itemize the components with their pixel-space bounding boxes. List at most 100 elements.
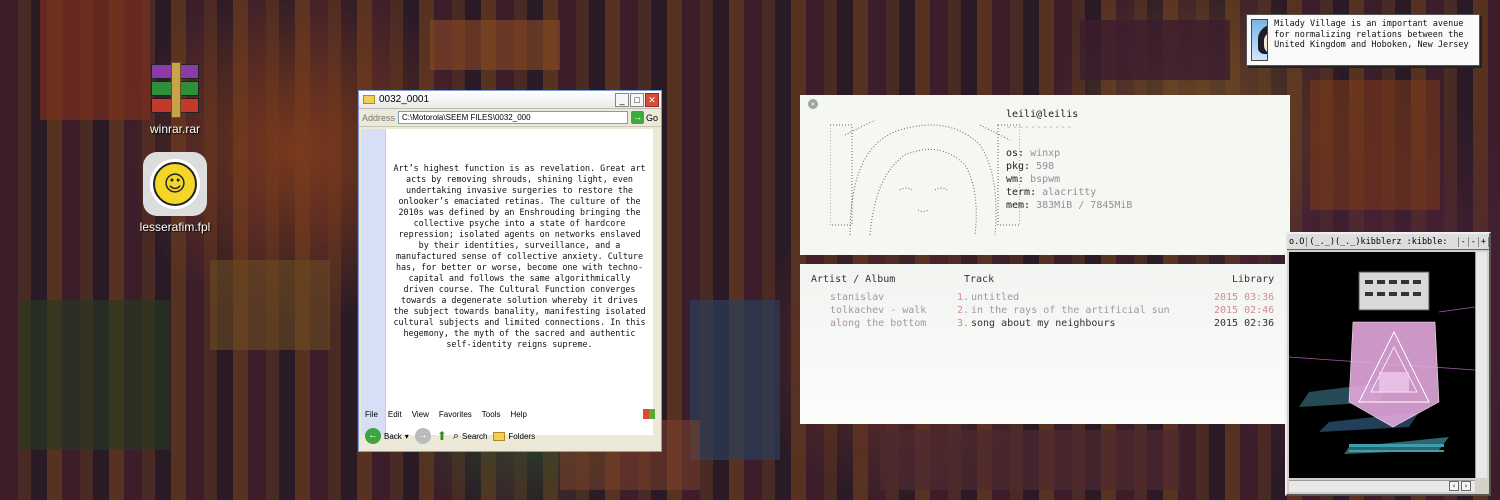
back-arrow-icon: ← — [365, 428, 381, 444]
horizontal-scrollbar[interactable]: ‹ › — [1289, 480, 1475, 492]
wallpaper-glitch-block — [210, 260, 330, 350]
desktop-icon-label: lesserafim.fpl — [139, 220, 211, 234]
track-artist: stanislav — [830, 292, 885, 303]
document-margin — [361, 129, 385, 435]
info-value: 383MiB / 7845MiB — [1036, 200, 1133, 211]
address-input[interactable]: C:\Motorola\SEEM FILES\0032_000 — [398, 111, 628, 124]
go-button[interactable]: → Go — [630, 111, 658, 124]
menu-view[interactable]: View — [412, 410, 429, 419]
track-year-duration: 2015 02:36 — [1214, 318, 1275, 329]
column-header-track[interactable]: Track — [964, 274, 994, 285]
wallpaper-glitch-block — [430, 20, 560, 70]
info-key: pkg: — [1006, 161, 1031, 172]
track-row-playing[interactable]: along the bottom 3. song about my neighb… — [800, 318, 1290, 331]
track-year-duration: 2015 02:46 — [1214, 305, 1275, 316]
info-value: alacritty — [1042, 187, 1097, 198]
dropdown-arrow-icon: ▾ — [404, 431, 409, 441]
track-row[interactable]: stanislav 1. untitled 2015 03:36 — [800, 292, 1290, 305]
info-row-mem: mem: 383MiB / 7845MiB — [1006, 199, 1132, 212]
search-button[interactable]: ⌕ Search — [453, 430, 488, 443]
column-header-artist-album[interactable]: Artist / Album — [811, 274, 895, 285]
info-row-os: os: winxp — [1006, 147, 1132, 160]
forward-button[interactable]: → — [414, 428, 431, 444]
info-row-pkg: pkg: 598 — [1006, 160, 1132, 173]
window-title: (_._)(_._)kibblerz :kibble: — [1307, 236, 1459, 247]
close-button[interactable]: ✕ — [645, 92, 659, 107]
menu-help[interactable]: Help — [510, 410, 526, 419]
track-artist: along the bottom — [830, 318, 927, 329]
track-title: in the rays of the artificial sun — [971, 305, 1170, 316]
window-title: 0032_0001 — [379, 94, 430, 105]
info-row-term: term: alacritty — [1006, 186, 1132, 199]
minimize-button[interactable]: _ — [615, 92, 629, 107]
window-close-dot-icon[interactable]: ✕ — [808, 99, 818, 109]
title-tab[interactable]: o.O — [1287, 236, 1308, 247]
info-key: os: — [1006, 148, 1025, 159]
track-row[interactable]: tolkachev - walk 2. in the rays of the a… — [800, 305, 1290, 318]
kibblerz-window: o.O (_._)(_._)kibblerz :kibble: - - + ‹ … — [1285, 232, 1491, 496]
wallpaper-glitch-block — [880, 430, 1180, 490]
up-folder-button[interactable]: ⬆ — [437, 429, 447, 443]
wallpaper-glitch-block — [1310, 80, 1440, 210]
menu-bar: File Edit View Favorites Tools Help — [359, 407, 661, 421]
go-arrow-icon: → — [630, 111, 644, 124]
desktop-icon-label: winrar.rar — [149, 122, 200, 136]
restore-button[interactable]: - — [1469, 236, 1479, 247]
music-player: Artist / Album Track Library stanislav 1… — [800, 264, 1290, 424]
address-label: Address — [362, 112, 396, 123]
track-title: untitled — [971, 292, 1020, 303]
track-artist: tolkachev - walk — [830, 305, 927, 316]
maximize-button[interactable]: □ — [630, 92, 644, 107]
desktop-icon-playlist[interactable]: ☺ lesserafim.fpl — [130, 152, 220, 234]
menu-tools[interactable]: Tools — [482, 410, 501, 419]
track-year-duration: 2015 03:36 — [1214, 292, 1275, 303]
explorer-toolbar: ← Back ▾ → ⬆ ⌕ Search Folders — [359, 425, 661, 447]
track-number: 3. — [957, 318, 970, 329]
info-key: mem: — [1006, 200, 1031, 211]
wallpaper-glitch-block — [1080, 20, 1230, 80]
desktop-icon-winrar[interactable]: winrar.rar — [130, 62, 220, 136]
info-value: winxp — [1030, 148, 1061, 159]
winrar-archive-icon — [145, 62, 205, 118]
search-label: Search — [462, 431, 488, 441]
track-number: 1. — [957, 292, 970, 303]
info-key: term: — [1006, 187, 1037, 198]
menu-edit[interactable]: Edit — [388, 410, 402, 419]
vertical-scrollbar[interactable] — [1475, 252, 1487, 478]
window-titlebar[interactable]: o.O (_._)(_._)kibblerz :kibble: - - + — [1287, 234, 1489, 250]
back-label: Back — [384, 431, 402, 441]
menu-favorites[interactable]: Favorites — [439, 410, 472, 419]
search-icon: ⌕ — [452, 429, 460, 442]
go-label: Go — [645, 112, 658, 123]
neofetch-panel: ✕ leili@leilis ----------- os: winxp pkg… — [800, 95, 1290, 255]
address-bar: Address C:\Motorola\SEEM FILES\0032_000 … — [359, 109, 661, 127]
column-header-library[interactable]: Library — [1232, 274, 1274, 285]
info-separator: ----------- — [1006, 122, 1073, 133]
wallpaper-glitch-block — [690, 300, 780, 460]
wallpaper-glitch-block — [20, 300, 170, 450]
scroll-left-button[interactable]: ‹ — [1449, 481, 1459, 491]
scroll-right-button[interactable]: › — [1461, 481, 1471, 491]
notification-message: Milady Village is an important avenue fo… — [1274, 19, 1469, 50]
notification-popup[interactable]: Milady Village is an important avenue fo… — [1246, 14, 1480, 66]
ascii-art-portrait — [830, 119, 1020, 236]
menu-file[interactable]: File — [365, 410, 378, 419]
maximize-button[interactable]: + — [1479, 236, 1489, 247]
info-value: 598 — [1036, 161, 1055, 172]
folder-icon — [363, 95, 375, 104]
system-info: leili@leilis ----------- os: winxp pkg: … — [1006, 108, 1132, 212]
folders-icon — [493, 431, 506, 441]
folders-button[interactable]: Folders — [493, 431, 536, 441]
info-value: bspwm — [1030, 174, 1061, 185]
minimize-button[interactable]: - — [1459, 236, 1469, 247]
track-title: song about my neighbours — [971, 318, 1116, 329]
user-host: leili@leilis — [1006, 109, 1079, 120]
folders-label: Folders — [508, 431, 536, 441]
track-number: 2. — [957, 305, 970, 316]
windows-flag-icon — [643, 409, 655, 419]
smiley-flower-playlist-icon: ☺ — [143, 152, 207, 216]
3d-render-viewport — [1289, 252, 1475, 478]
window-titlebar[interactable]: 0032_0001 _ □ ✕ — [359, 91, 661, 109]
explorer-window: 0032_0001 _ □ ✕ Address C:\Motorola\SEEM… — [358, 90, 662, 452]
back-button[interactable]: ← Back ▾ — [365, 428, 409, 444]
